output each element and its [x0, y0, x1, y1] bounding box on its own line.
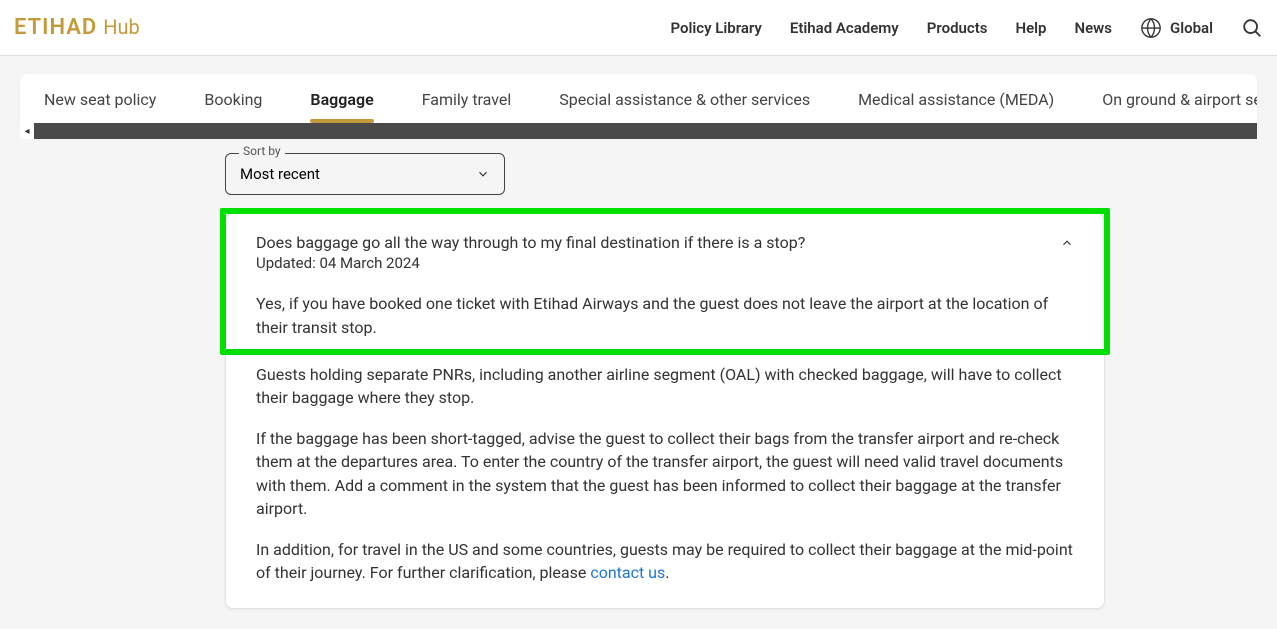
highlight-box: Does baggage go all the way through to m…: [220, 208, 1110, 355]
tab-baggage[interactable]: Baggage: [310, 90, 373, 123]
globe-icon: [1140, 17, 1162, 39]
primary-nav: Policy Library Etihad Academy Products H…: [670, 17, 1263, 39]
tab-family-travel[interactable]: Family travel: [422, 90, 512, 123]
nav-policy-library[interactable]: Policy Library: [670, 19, 761, 37]
faq-answer-p2: Guests holding separate PNRs, including …: [256, 363, 1074, 409]
faq-accordion: Does baggage go all the way through to m…: [225, 213, 1105, 609]
nav-news[interactable]: News: [1075, 19, 1112, 37]
search-icon[interactable]: [1241, 17, 1263, 39]
chevron-down-icon: [476, 167, 490, 181]
region-label: Global: [1170, 19, 1213, 37]
sort-label: Sort by: [239, 144, 285, 158]
horizontal-scrollbar[interactable]: ◂: [20, 123, 1257, 139]
sort-select[interactable]: Most recent: [225, 153, 505, 195]
category-tabs: New seat policy Booking Baggage Family t…: [20, 74, 1257, 123]
faq-header[interactable]: Does baggage go all the way through to m…: [226, 214, 1104, 286]
logo-text-sub: Hub: [103, 15, 140, 39]
contact-us-link[interactable]: contact us: [590, 563, 665, 582]
nav-products[interactable]: Products: [927, 19, 988, 37]
faq-updated: Updated: 04 March 2024: [256, 254, 805, 272]
faq-answer-p3: If the baggage has been short-tagged, ad…: [256, 427, 1074, 520]
chevron-up-icon: [1060, 236, 1074, 250]
sort-value: Most recent: [240, 165, 320, 183]
tab-new-seat-policy[interactable]: New seat policy: [44, 90, 156, 123]
tab-special-assistance[interactable]: Special assistance & other services: [559, 90, 810, 123]
faq-answer-p4: In addition, for travel in the US and so…: [256, 538, 1074, 584]
main-content: Sort by Most recent Does baggage go all …: [0, 139, 1277, 629]
category-tabs-container: New seat policy Booking Baggage Family t…: [20, 74, 1257, 123]
region-selector[interactable]: Global: [1140, 17, 1213, 39]
nav-help[interactable]: Help: [1015, 19, 1046, 37]
nav-etihad-academy[interactable]: Etihad Academy: [790, 19, 899, 37]
tab-booking[interactable]: Booking: [204, 90, 262, 123]
tab-medical-assistance[interactable]: Medical assistance (MEDA): [858, 90, 1054, 123]
faq-answer-p1: Yes, if you have booked one ticket with …: [256, 294, 1048, 336]
logo-text-main: ETIHAD: [14, 15, 97, 40]
faq-question: Does baggage go all the way through to m…: [256, 232, 805, 254]
top-header: ETIHAD Hub Policy Library Etihad Academy…: [0, 0, 1277, 56]
sort-control: Sort by Most recent: [225, 153, 505, 195]
tab-on-ground[interactable]: On ground & airport servic: [1102, 90, 1257, 123]
scroll-left-arrow[interactable]: ◂: [20, 123, 34, 139]
faq-body: Guests holding separate PNRs, including …: [226, 349, 1104, 609]
logo[interactable]: ETIHAD Hub: [14, 15, 140, 40]
